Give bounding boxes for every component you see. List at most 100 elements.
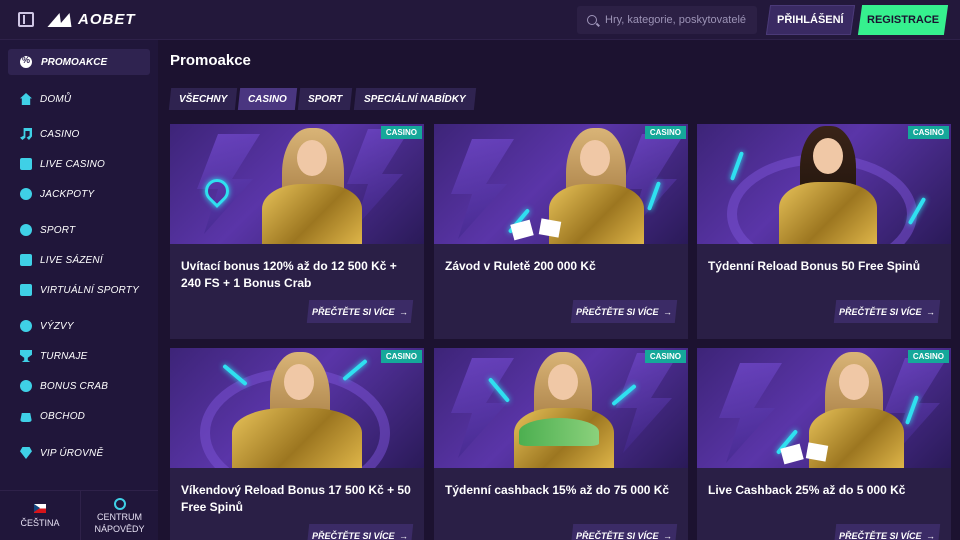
- neon-line-decoration: [342, 358, 368, 382]
- logo-mark-icon: [50, 13, 76, 27]
- hostess-face: [297, 140, 327, 176]
- challenges-icon: [20, 320, 32, 332]
- sidebar-item-vip[interactable]: VIP ÚROVNĚ: [20, 443, 103, 463]
- hostess-dress: [262, 184, 362, 244]
- sidebar-item-live-betting[interactable]: LIVE SÁZENÍ: [20, 250, 103, 270]
- arrow-right-icon: →: [399, 530, 409, 540]
- promo-card[interactable]: CASINO Uvítací bonus 120% až do 12 500 K…: [170, 124, 424, 339]
- language-label: ČEŠTINA: [20, 517, 60, 528]
- arrow-right-icon: →: [399, 306, 409, 317]
- sidebar-item-label: CASINO: [40, 128, 80, 140]
- crab-icon: [20, 380, 32, 392]
- language-selector[interactable]: ČEŠTINA: [0, 491, 80, 540]
- arrow-right-icon: →: [926, 530, 936, 540]
- sidebar-item-label: VIP ÚROVNĚ: [40, 447, 104, 459]
- read-more-button[interactable]: PŘEČTĚTE SI VÍCE →: [306, 524, 414, 540]
- shop-icon: [20, 413, 32, 422]
- sidebar-item-shop[interactable]: OBCHOD: [20, 406, 85, 426]
- headset-icon: [113, 497, 126, 510]
- read-more-button[interactable]: PŘEČTĚTE SI VÍCE →: [833, 524, 941, 540]
- promo-icon: [20, 55, 32, 68]
- sport-icon: [20, 224, 32, 236]
- arrow-right-icon: →: [926, 306, 936, 317]
- login-button[interactable]: PŘIHLÁŠENÍ: [765, 5, 856, 35]
- czech-flag-icon: [34, 503, 46, 513]
- register-button[interactable]: REGISTRACE: [857, 5, 949, 35]
- promo-card-title: Závod v Ruletě 200 000 Kč: [445, 259, 596, 273]
- lightning-decoration: [616, 353, 679, 453]
- read-more-button[interactable]: PŘEČTĚTE SI VÍCE →: [833, 300, 941, 323]
- neon-line-decoration: [729, 151, 745, 181]
- playing-card: [510, 219, 534, 241]
- promo-card-image: CASINO: [697, 348, 951, 468]
- tab-special-offers[interactable]: SPECIÁLNÍ NABÍDKY: [353, 88, 476, 110]
- promo-card[interactable]: CASINO Závod v Ruletě 200 000 Kč PŘEČTĚT…: [434, 124, 688, 339]
- tab-casino[interactable]: CASINO: [238, 88, 298, 110]
- cash-fan: [519, 418, 599, 446]
- sidebar-item-label: JACKPOTY: [40, 188, 95, 200]
- tab-label: VŠECHNY: [179, 93, 228, 105]
- sidebar-item-jackpots[interactable]: JACKPOTY: [20, 184, 94, 204]
- sidebar-item-label: DOMŮ: [40, 93, 72, 105]
- sidebar-item-bonus-crab[interactable]: BONUS CRAB: [20, 376, 108, 396]
- promo-card-image: CASINO: [170, 348, 424, 468]
- lightning-decoration: [719, 363, 782, 463]
- hostess-dress: [779, 182, 877, 244]
- promo-card[interactable]: CASINO Týdenní Reload Bonus 50 Free Spin…: [697, 124, 951, 339]
- promo-card-image: CASINO: [170, 124, 424, 244]
- sidebar-toggle-icon[interactable]: [18, 12, 34, 27]
- read-more-button[interactable]: PŘEČTĚTE SI VÍCE →: [306, 300, 414, 323]
- tab-label: SPECIÁLNÍ NABÍDKY: [363, 93, 466, 105]
- read-more-button[interactable]: PŘEČTĚTE SI VÍCE →: [570, 300, 678, 323]
- promo-card[interactable]: CASINO Live Cashback 25% až do 5 000 Kč …: [697, 348, 951, 540]
- arrow-right-icon: →: [663, 306, 673, 317]
- sidebar-item-live-casino[interactable]: LIVE CASINO: [20, 154, 105, 174]
- sidebar-item-promotions[interactable]: PROMOAKCE: [8, 49, 150, 75]
- sidebar-item-label: OBCHOD: [40, 410, 86, 422]
- promo-card[interactable]: CASINO Týdenní cashback 15% až do 75 000…: [434, 348, 688, 540]
- read-more-label: PŘEČTĚTE SI VÍCE: [575, 530, 659, 540]
- tab-sport[interactable]: SPORT: [298, 88, 353, 110]
- sidebar-item-challenges[interactable]: VÝZVY: [20, 316, 74, 336]
- search-box[interactable]: [577, 6, 757, 34]
- help-center-button[interactable]: CENTRUM NÁPOVĚDY: [80, 491, 158, 540]
- category-badge: CASINO: [907, 126, 949, 139]
- vip-diamond-icon: [20, 447, 32, 459]
- read-more-label: PŘEČTĚTE SI VÍCE: [311, 306, 395, 317]
- promo-card-title: Týdenní cashback 15% až do 75 000 Kč: [445, 483, 670, 497]
- hostess-dress: [549, 184, 644, 244]
- read-more-label: PŘEČTĚTE SI VÍCE: [575, 306, 659, 317]
- trophy-icon: [20, 350, 32, 362]
- playing-card: [538, 218, 562, 238]
- hostess-jacket: [232, 408, 362, 468]
- promo-card[interactable]: CASINO Víkendový Reload Bonus 17 500 Kč …: [170, 348, 424, 540]
- arrow-right-icon: →: [663, 530, 673, 540]
- category-badge: CASINO: [644, 350, 686, 363]
- promo-card-title: Uvítací bonus 120% až do 12 500 Kč + 240…: [181, 259, 397, 290]
- sidebar-item-virtual-sports[interactable]: VIRTUÁLNÍ SPORTY: [20, 280, 139, 300]
- top-header: AOBET PŘIHLÁŠENÍ REGISTRACE: [0, 0, 960, 40]
- sidebar-item-home[interactable]: DOMŮ: [20, 89, 71, 109]
- page-title: Promoakce: [170, 52, 251, 69]
- search-input[interactable]: [605, 14, 755, 26]
- help-label-line2: NÁPOVĚDY: [94, 523, 145, 534]
- promo-card-title: Víkendový Reload Bonus 17 500 Kč + 50 Fr…: [181, 483, 411, 514]
- read-more-label: PŘEČTĚTE SI VÍCE: [311, 530, 395, 540]
- sidebar: PROMOAKCE DOMŮ CASINO LIVE CASINO JACKPO…: [0, 40, 158, 540]
- sidebar-item-casino[interactable]: CASINO: [20, 124, 80, 144]
- read-more-button[interactable]: PŘEČTĚTE SI VÍCE →: [570, 524, 678, 540]
- read-more-label: PŘEČTĚTE SI VÍCE: [838, 306, 922, 317]
- sidebar-item-label: SPORT: [40, 224, 76, 236]
- tab-all[interactable]: VŠECHNY: [168, 88, 238, 110]
- sidebar-item-label: BONUS CRAB: [40, 380, 109, 392]
- sidebar-item-label: LIVE CASINO: [40, 158, 105, 170]
- tab-label: CASINO: [248, 93, 288, 105]
- sidebar-item-label: TURNAJE: [40, 350, 88, 362]
- sidebar-item-tournaments[interactable]: TURNAJE: [20, 346, 88, 366]
- hostess-face: [813, 138, 843, 174]
- playing-card: [805, 442, 829, 462]
- virtual-sports-icon: [20, 284, 32, 296]
- sidebar-item-sport[interactable]: SPORT: [20, 220, 75, 240]
- logo[interactable]: AOBET: [50, 11, 136, 28]
- lightning-decoration: [451, 358, 514, 458]
